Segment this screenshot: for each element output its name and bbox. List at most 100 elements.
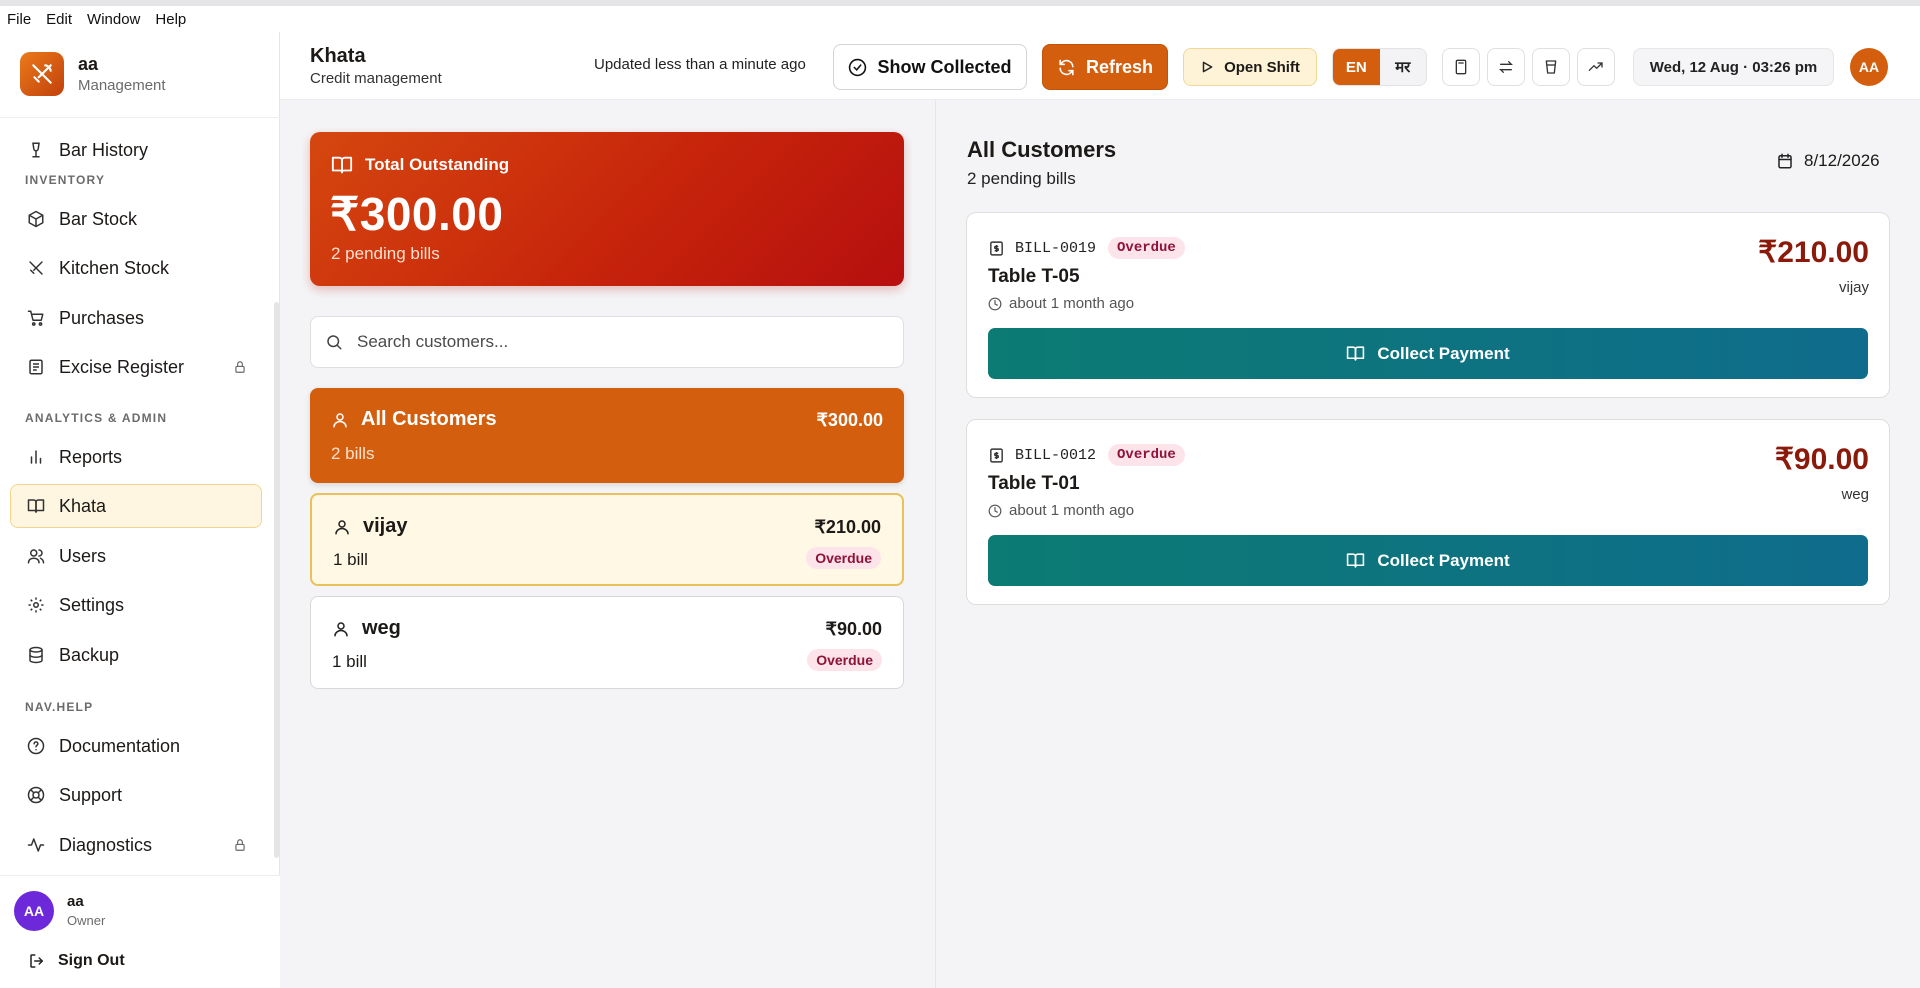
collect-payment-label: Collect Payment xyxy=(1377,550,1510,570)
refresh-button[interactable]: Refresh xyxy=(1042,44,1168,90)
collect-payment-label: Collect Payment xyxy=(1377,343,1510,363)
status-badge: Overdue xyxy=(1108,237,1185,259)
total-outstanding-label: Total Outstanding xyxy=(365,155,510,174)
utensils-icon xyxy=(20,52,64,96)
customer-name-row: All Customers xyxy=(331,408,497,431)
menu-edit[interactable]: Edit xyxy=(46,11,72,28)
menu-window[interactable]: Window xyxy=(87,11,140,28)
customer-amount: ₹300.00 xyxy=(816,410,883,430)
glass-button[interactable] xyxy=(1532,48,1570,86)
receipt-icon xyxy=(990,447,1003,463)
total-outstanding-heading: Total Outstanding xyxy=(331,154,509,176)
sidebar-item-label: Settings xyxy=(59,594,125,615)
sidebar-item-documentation[interactable]: Documentation xyxy=(10,724,262,768)
file-icon xyxy=(29,359,43,375)
receipt-icon xyxy=(990,240,1003,256)
sign-out-button[interactable]: Sign Out xyxy=(28,952,125,970)
customer-card-vijay[interactable]: vijay ₹210.00 1 bill Overdue xyxy=(310,493,904,586)
datetime-display: Wed, 12 Aug · 03:26 pm xyxy=(1633,48,1834,86)
sidebar-scrollbar[interactable] xyxy=(274,302,279,858)
pending-bills-count: 2 pending bills xyxy=(331,244,440,263)
arrows-exchange-icon xyxy=(1499,61,1513,73)
sidebar-item-khata[interactable]: Khata xyxy=(10,484,262,528)
utensils-icon xyxy=(29,261,43,275)
trending-up-icon xyxy=(1588,62,1603,71)
customer-card-weg[interactable]: weg ₹90.00 1 bill Overdue xyxy=(310,596,904,689)
lang-mr-button[interactable]: मर xyxy=(1379,49,1426,85)
sidebar-item-label: Reports xyxy=(59,446,123,467)
bill-card: BILL-0019 Overdue Table T-05 about 1 mon… xyxy=(966,212,1890,398)
avatar[interactable]: AA xyxy=(1850,48,1888,86)
sidebar-item-reports[interactable]: Reports xyxy=(10,435,262,479)
bill-customer: vijay xyxy=(1838,279,1869,296)
bill-customer: weg xyxy=(1841,486,1869,503)
avatar[interactable]: AA xyxy=(14,891,54,931)
search-input[interactable] xyxy=(357,332,903,352)
status-badge: Overdue xyxy=(807,649,882,671)
cart-icon xyxy=(27,310,44,326)
sidebar: aa Management Bar History INVENTORY Bar … xyxy=(0,32,280,988)
collect-payment-button[interactable]: Collect Payment xyxy=(988,535,1868,586)
lock-icon xyxy=(235,361,245,373)
sidebar-item-diagnostics[interactable]: Diagnostics xyxy=(10,823,262,867)
total-outstanding-card: Total Outstanding ₹300.00 2 pending bill… xyxy=(310,132,904,286)
menu-bar: File Edit Window Help xyxy=(0,0,1920,32)
page-title: Khata xyxy=(310,45,366,67)
open-shift-label: Open Shift xyxy=(1224,58,1300,76)
brand-divider xyxy=(0,117,280,118)
bill-table: Table T-05 xyxy=(988,266,1080,287)
sidebar-item-label: Users xyxy=(59,545,107,566)
bill-time-row: about 1 month ago xyxy=(988,295,1134,312)
bill-id-row: BILL-0012 Overdue xyxy=(988,444,1185,466)
sidebar-item-bar-history[interactable]: Bar History xyxy=(10,128,262,172)
lock-icon xyxy=(235,839,245,851)
trends-button[interactable] xyxy=(1577,48,1615,86)
customer-name-row: weg xyxy=(332,617,401,640)
sidebar-item-kitchen-stock[interactable]: Kitchen Stock xyxy=(10,246,262,290)
activity-icon xyxy=(27,838,45,852)
customer-bills: 2 bills xyxy=(331,444,375,463)
menu-help[interactable]: Help xyxy=(155,11,186,28)
menu-file[interactable]: File xyxy=(7,11,31,28)
calculator-icon xyxy=(1455,59,1467,75)
box-icon xyxy=(28,210,44,228)
customer-bills: 1 bill xyxy=(333,550,368,569)
user-icon xyxy=(333,412,347,427)
updated-status: Updated less than a minute ago xyxy=(594,56,806,73)
sidebar-item-label: Diagnostics xyxy=(59,834,153,855)
sidebar-item-support[interactable]: Support xyxy=(10,773,262,817)
sidebar-item-label: Support xyxy=(59,784,123,805)
user-role: Owner xyxy=(67,913,106,928)
transfer-button[interactable] xyxy=(1487,48,1525,86)
clock-icon xyxy=(988,297,1002,310)
page-subtitle: Credit management xyxy=(310,70,442,87)
lang-en-button[interactable]: EN xyxy=(1333,49,1380,85)
sidebar-item-label: Bar History xyxy=(59,139,149,160)
show-collected-button[interactable]: Show Collected xyxy=(833,44,1027,90)
top-bar: Khata Credit management Updated less tha… xyxy=(280,32,1920,100)
customer-amount: ₹210.00 xyxy=(814,517,881,537)
open-shift-button[interactable]: Open Shift xyxy=(1183,48,1317,86)
customer-card-all[interactable]: All Customers ₹300.00 2 bills xyxy=(310,388,904,483)
detail-title: All Customers xyxy=(967,137,1117,162)
customer-amount: ₹90.00 xyxy=(825,619,883,639)
collect-payment-button[interactable]: Collect Payment xyxy=(988,328,1868,379)
users-icon xyxy=(27,549,45,564)
sidebar-item-excise-register[interactable]: Excise Register xyxy=(10,345,262,389)
bill-amount: ₹90.00 xyxy=(1774,443,1869,476)
sidebar-item-users[interactable]: Users xyxy=(10,534,262,578)
date-label: 8/12/2026 xyxy=(1804,151,1880,170)
sidebar-item-label: Bar Stock xyxy=(59,208,138,229)
date-filter[interactable]: 8/12/2026 xyxy=(1776,151,1880,171)
status-badge: Overdue xyxy=(806,547,881,569)
sidebar-item-label: Documentation xyxy=(59,735,181,756)
calculator-button[interactable] xyxy=(1442,48,1480,86)
book-open-icon xyxy=(27,499,45,513)
sidebar-item-settings[interactable]: Settings xyxy=(10,583,262,627)
sidebar-item-label: Khata xyxy=(59,495,107,516)
sidebar-item-backup[interactable]: Backup xyxy=(10,633,262,677)
book-open-icon xyxy=(331,156,353,174)
database-icon xyxy=(29,646,43,664)
sidebar-item-purchases[interactable]: Purchases xyxy=(10,296,262,340)
sidebar-item-bar-stock[interactable]: Bar Stock xyxy=(10,197,262,241)
